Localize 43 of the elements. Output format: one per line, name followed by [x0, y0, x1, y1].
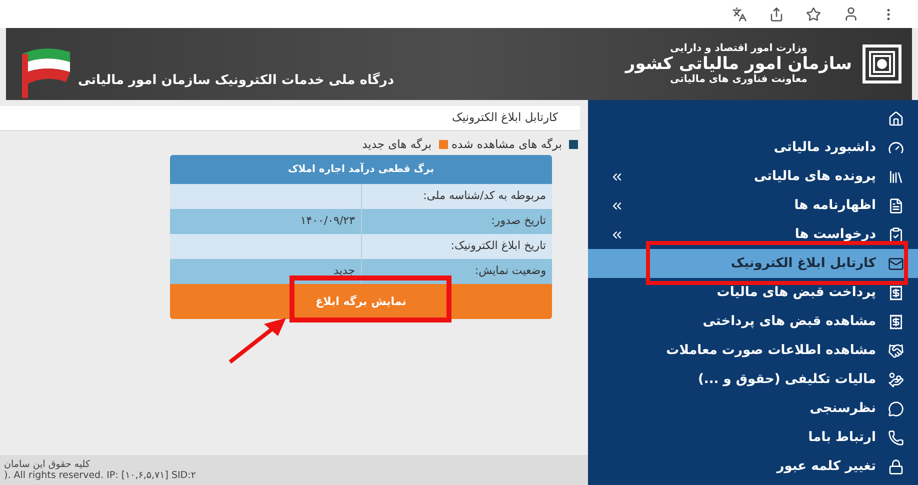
- sidebar-item[interactable]: اظهارنامه ها: [588, 191, 918, 220]
- receipt-icon: [888, 284, 904, 300]
- handshake-icon: [888, 342, 904, 358]
- page-title: کارتابل ابلاغ الکترونیک: [0, 106, 580, 131]
- legend-label: برگه های جدید: [362, 137, 432, 151]
- document-icon: [888, 198, 904, 214]
- sidebar-item[interactable]: ارتباط باما: [588, 423, 918, 452]
- phone-icon: [888, 430, 904, 446]
- sidebar-item[interactable]: پرداخت قبض های مالیات: [588, 278, 918, 307]
- copyright-text: کلیه حقوق این سامان: [4, 459, 90, 470]
- sidebar-item[interactable]: درخواست ها: [588, 220, 918, 249]
- sidebar-item[interactable]: پرونده های مالیاتی: [588, 162, 918, 191]
- portal-title: درگاه ملی خدمات الکترونیک سازمان امور مالیاتی: [78, 73, 394, 90]
- receipt-icon: [888, 314, 904, 330]
- translate-icon[interactable]: [732, 6, 747, 22]
- deputy-name: معاونت فناوری های مالیاتی: [670, 74, 808, 85]
- sidebar-item[interactable]: مشاهده اطلاعات صورت معاملات: [588, 336, 918, 365]
- books-icon: [888, 168, 904, 184]
- gauge-icon: [888, 140, 904, 156]
- server-info-text: ). All rights reserved. IP: [۱۰,۶,۵,۷۱] SID:۲: [4, 470, 197, 481]
- sidebar-item[interactable]: کارتابل ابلاغ الکترونیک: [588, 249, 918, 278]
- ministry-name: وزارت امور اقتصاد و دارایی: [670, 43, 808, 54]
- sidebar-item[interactable]: داشبورد مالیاتی: [588, 133, 918, 162]
- envelope-icon: [888, 256, 904, 272]
- organization-name: سازمان امور مالیاتی کشور: [625, 54, 852, 74]
- hand-coins-icon: [888, 372, 904, 388]
- chat-bubble-icon: [888, 400, 904, 416]
- logo-icon: [862, 44, 902, 84]
- share-icon[interactable]: [769, 6, 784, 22]
- field-value: ۱۴۰۰/۰۹/۲۳: [299, 213, 356, 229]
- sidebar-item[interactable]: مالیات تکلیفی (حقوق و ...): [588, 365, 918, 394]
- card-title: برگ قطعی درآمد اجاره املاک: [170, 155, 552, 184]
- sidebar-item[interactable]: تغییر کلمه عبور: [588, 452, 918, 481]
- legend-label: برگه های مشاهده شده: [452, 137, 562, 151]
- sidebar-item[interactable]: مشاهده قبض های پرداختی: [588, 307, 918, 336]
- profile-icon[interactable]: [843, 6, 859, 22]
- sidebar-item[interactable]: نظرسنجی: [588, 394, 918, 423]
- home-icon: [888, 110, 904, 126]
- clipboard-check-icon: [888, 226, 904, 242]
- lock-icon: [888, 458, 904, 474]
- field-value: جدید: [332, 263, 356, 279]
- pointer-arrow: [228, 318, 286, 364]
- star-icon[interactable]: [806, 6, 821, 22]
